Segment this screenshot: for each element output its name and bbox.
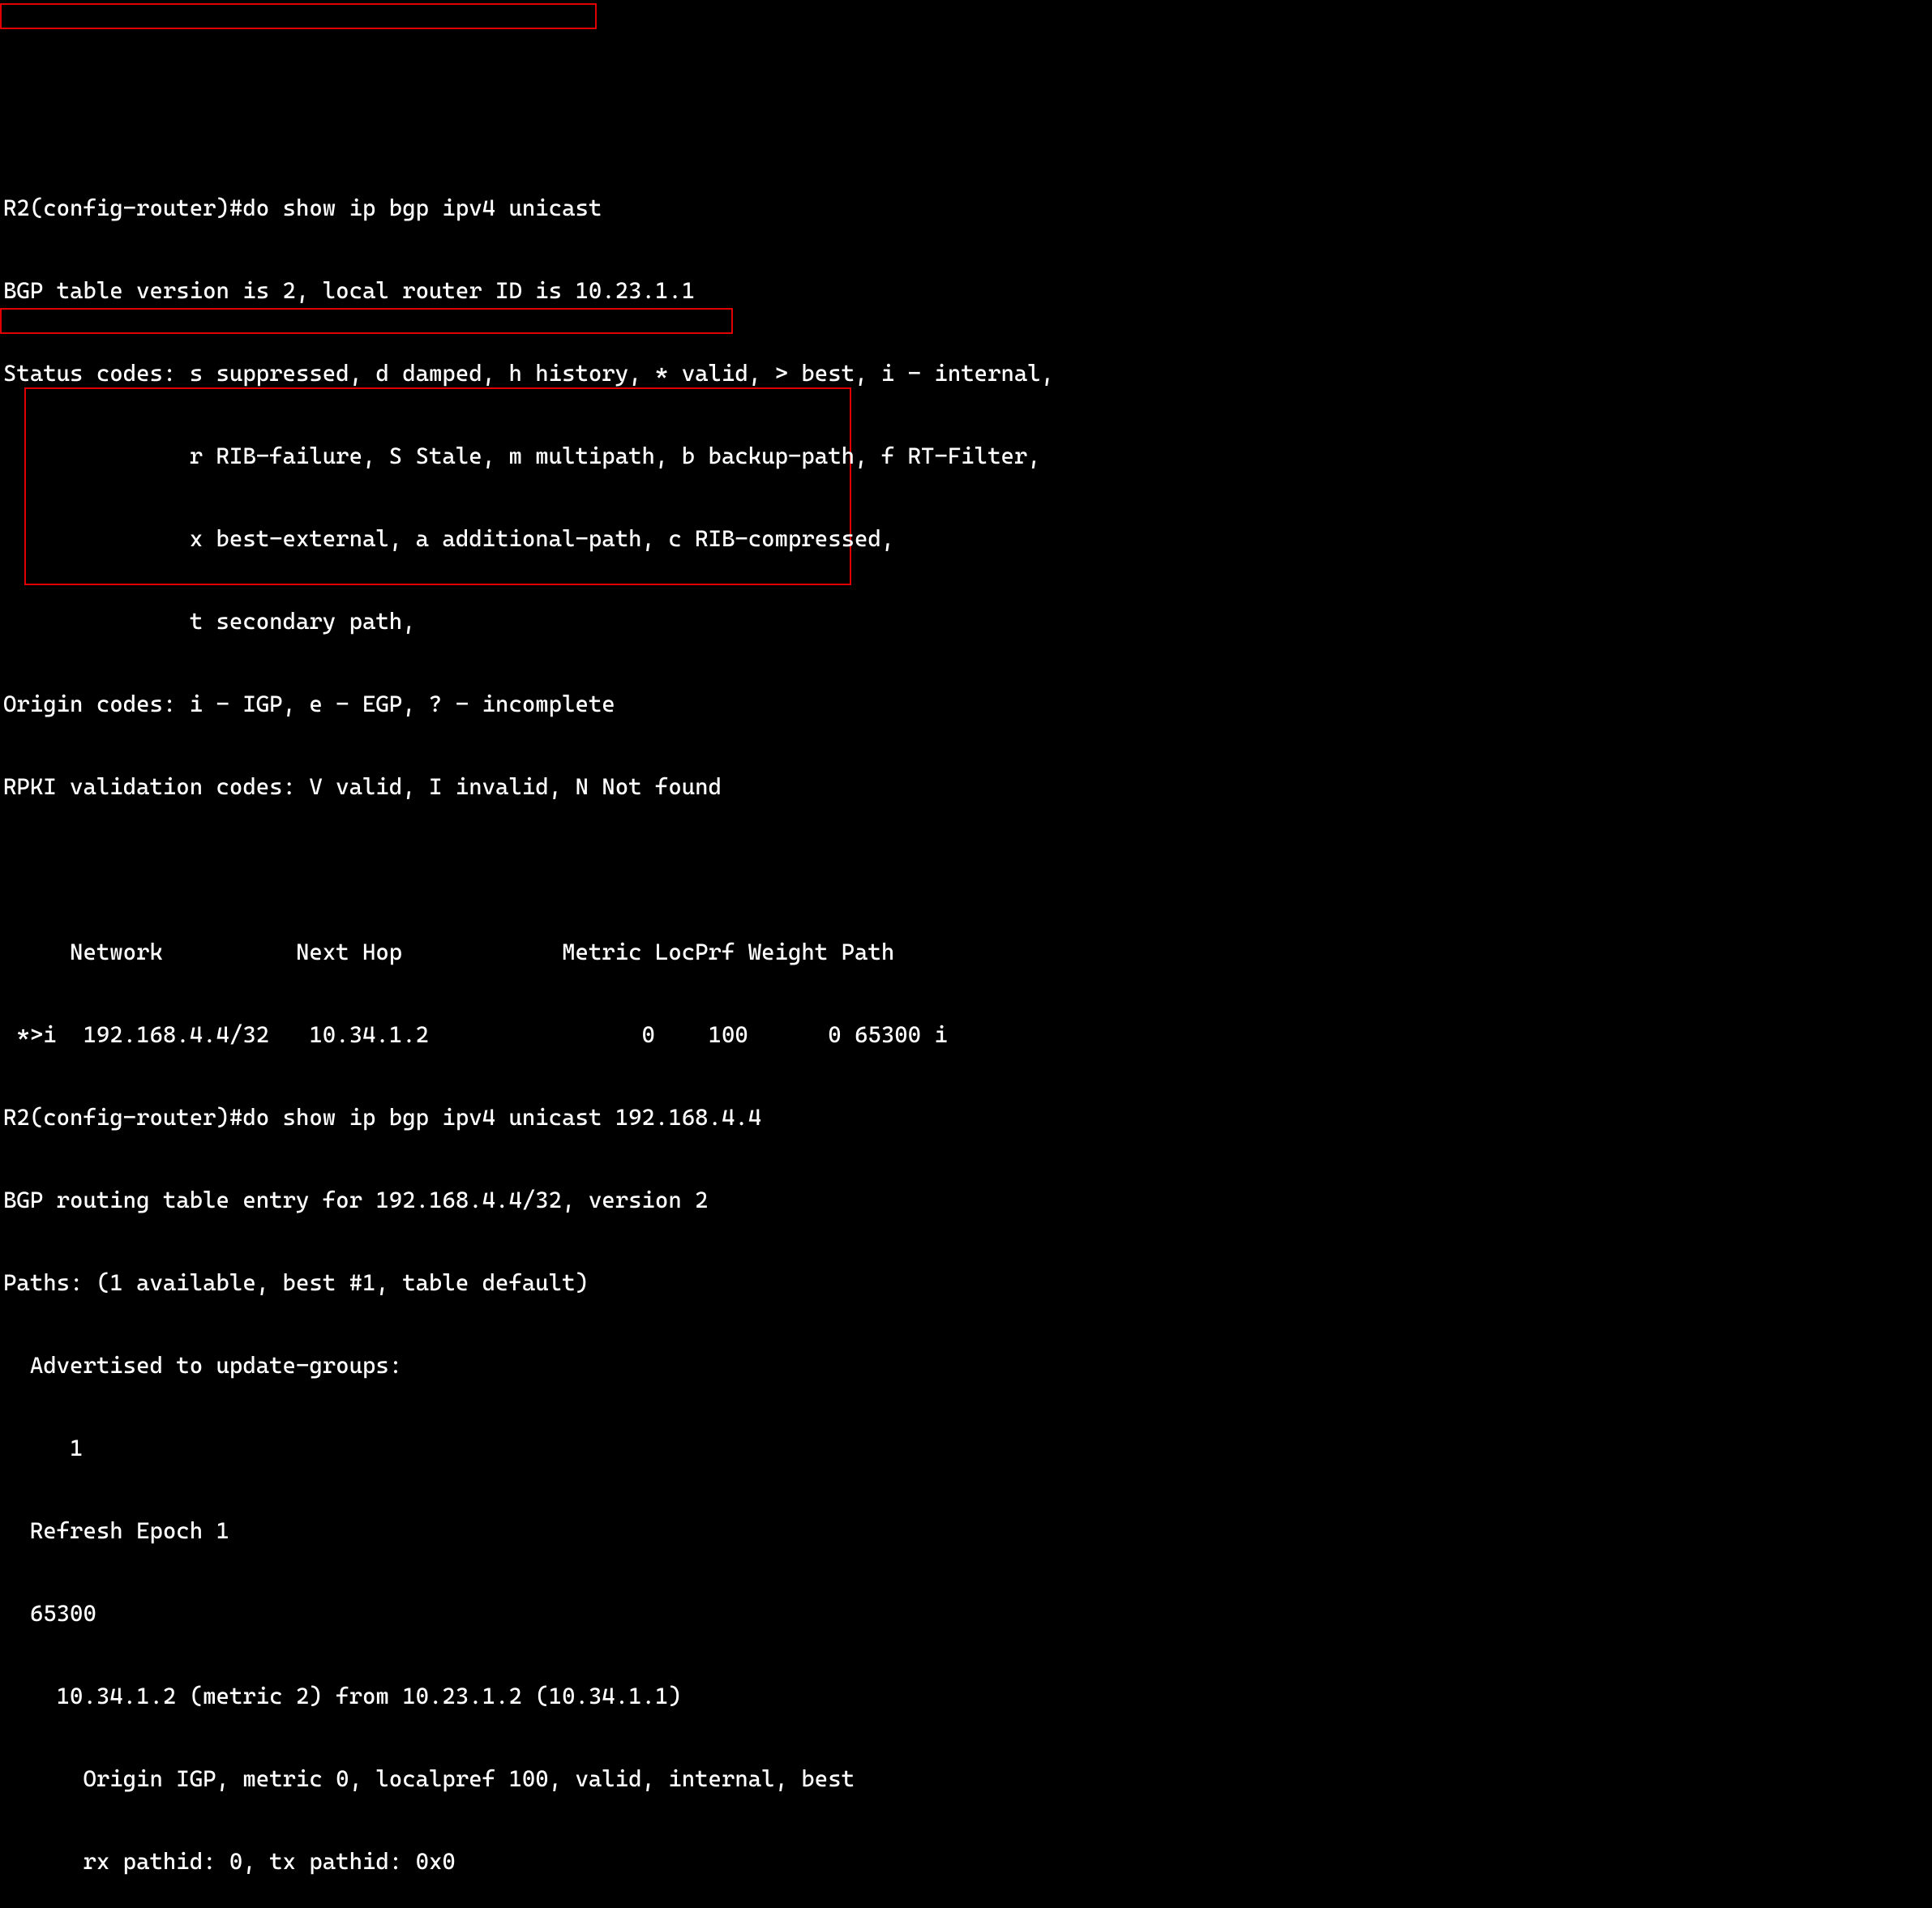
bgp-table-header: Network Next Hop Metric LocPrf Weight Pa… [3,939,1929,966]
highlight-box-command-1 [0,3,597,29]
output-blank [3,856,1929,883]
output-line: Status codes: s suppressed, d damped, h … [3,360,1929,387]
output-line: t secondary path, [3,608,1929,635]
bgp-table-row: *>i 192.168.4.4/32 10.34.1.2 0 100 0 653… [3,1021,1929,1049]
output-line: x best-external, a additional-path, c RI… [3,525,1929,553]
output-line: 1 [3,1435,1929,1462]
command-text: do show ip bgp ipv4 unicast 192.168.4.4 [242,1104,761,1131]
command-text: do show ip bgp ipv4 unicast [242,195,602,221]
output-line: Origin IGP, metric 0, localpref 100, val… [3,1765,1929,1793]
output-line: Advertised to update-groups: [3,1352,1929,1380]
output-line: rx pathid: 0, tx pathid: 0x0 [3,1848,1929,1876]
output-line: Origin codes: i - IGP, e - EGP, ? - inco… [3,691,1929,718]
output-line: 65300 [3,1600,1929,1628]
highlight-box-path-detail [24,387,851,585]
prompt: R2(config-router)# [3,1104,242,1131]
output-line: Paths: (1 available, best #1, table defa… [3,1269,1929,1297]
output-line: Refresh Epoch 1 [3,1517,1929,1545]
output-line: BGP routing table entry for 192.168.4.4/… [3,1187,1929,1214]
terminal-window[interactable]: R2(config-router)#do show ip bgp ipv4 un… [0,0,1932,1908]
output-line: RPKI validation codes: V valid, I invali… [3,773,1929,801]
highlight-box-command-2 [0,308,733,334]
output-line: 10.34.1.2 (metric 2) from 10.23.1.2 (10.… [3,1683,1929,1710]
output-line: BGP table version is 2, local router ID … [3,277,1929,305]
prompt: R2(config-router)# [3,195,242,221]
output-line: r RIB-failure, S Stale, m multipath, b b… [3,443,1929,470]
